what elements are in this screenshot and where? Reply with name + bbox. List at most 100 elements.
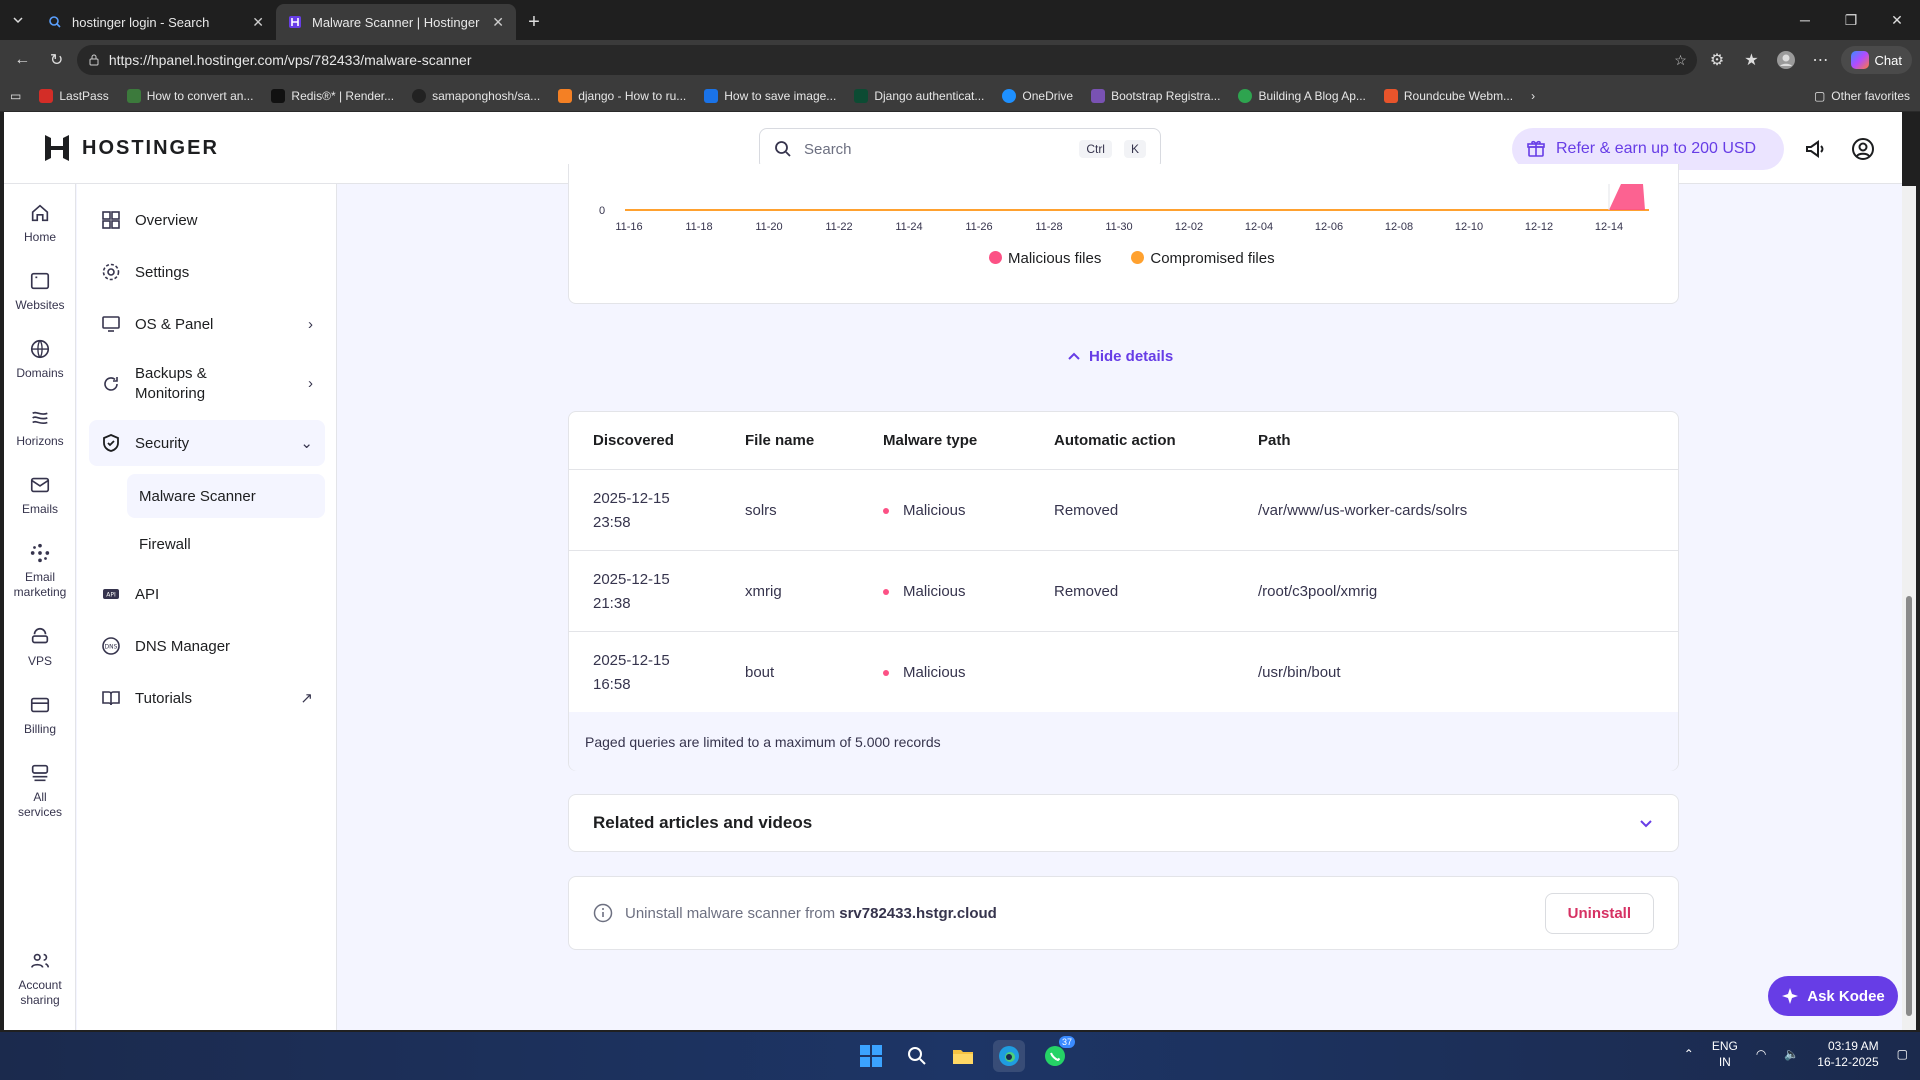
language-indicator[interactable]: ENG IN bbox=[1712, 1038, 1738, 1070]
copilot-chat-button[interactable]: Chat bbox=[1840, 46, 1912, 74]
favorites-icon[interactable]: ★ bbox=[1737, 45, 1765, 75]
clock[interactable]: 03:19 AM 16-12-2025 bbox=[1817, 1038, 1878, 1070]
favorite-item[interactable]: Redis®* | Render... bbox=[271, 88, 394, 103]
rail-item-domains[interactable]: Domains bbox=[4, 338, 76, 381]
uninstall-button[interactable]: Uninstall bbox=[1544, 892, 1654, 934]
new-tab-button[interactable]: + bbox=[516, 4, 552, 40]
favorite-item[interactable]: LastPass bbox=[39, 88, 109, 103]
announcements-icon[interactable] bbox=[1803, 136, 1829, 162]
close-icon[interactable]: ✕ bbox=[252, 14, 264, 31]
column-header-malware-type[interactable]: Malware type bbox=[883, 432, 977, 449]
favorite-item[interactable]: OneDrive bbox=[1002, 88, 1074, 103]
tab-list-button[interactable] bbox=[0, 0, 36, 40]
wifi-icon[interactable]: ◠ bbox=[1756, 1047, 1766, 1061]
chevron-right-icon: › bbox=[308, 375, 313, 392]
browser-tab-malware-scanner[interactable]: Malware Scanner | Hostinger ✕ bbox=[276, 4, 516, 40]
ask-kodee-button[interactable]: Ask Kodee bbox=[1768, 976, 1898, 1016]
rail-item-home[interactable]: Home bbox=[4, 202, 76, 245]
sidebar-subitem-firewall[interactable]: Firewall bbox=[127, 522, 325, 566]
volume-icon[interactable]: 🔈 bbox=[1784, 1047, 1799, 1061]
rail-item-all-services[interactable]: All services bbox=[4, 762, 76, 820]
rail-item-account-sharing[interactable]: Account sharing bbox=[4, 950, 76, 1008]
hostinger-logo[interactable]: HOSTINGER bbox=[44, 134, 219, 162]
favorite-item[interactable]: How to save image... bbox=[704, 88, 836, 103]
dns-icon: DNS bbox=[102, 637, 120, 655]
favorite-star-icon[interactable]: ☆ bbox=[1674, 52, 1687, 69]
sidebar-item-settings[interactable]: Settings bbox=[89, 252, 325, 292]
sidebar-item-tutorials[interactable]: Tutorials ↗ bbox=[89, 678, 325, 718]
favorite-item[interactable]: django - How to ru... bbox=[558, 88, 686, 103]
column-header-automatic-action[interactable]: Automatic action bbox=[1054, 432, 1176, 449]
notifications-icon[interactable]: ▢ bbox=[1897, 1047, 1908, 1061]
windows-start-icon[interactable] bbox=[855, 1040, 887, 1072]
favorite-item[interactable]: Roundcube Webm... bbox=[1383, 88, 1513, 103]
browser-tab-search[interactable]: hostinger login - Search ✕ bbox=[36, 4, 276, 40]
x-tick-label: 12-08 bbox=[1385, 221, 1413, 233]
minimize-icon[interactable]: ─ bbox=[1782, 0, 1828, 40]
malware-type-label: Malicious bbox=[903, 663, 966, 681]
file-explorer-icon[interactable] bbox=[947, 1040, 979, 1072]
scrollbar-thumb[interactable] bbox=[1906, 596, 1912, 1016]
account-icon[interactable] bbox=[1850, 136, 1876, 162]
sidebar-item-api[interactable]: API API bbox=[89, 574, 325, 614]
url-field[interactable]: https://hpanel.hostinger.com/vps/782433/… bbox=[76, 45, 1697, 75]
back-icon[interactable]: ← bbox=[8, 45, 36, 75]
rail-item-email-marketing[interactable]: Email marketing bbox=[4, 542, 76, 600]
extensions-icon[interactable]: ⚙ bbox=[1703, 45, 1731, 75]
x-tick-label: 12-04 bbox=[1245, 221, 1273, 233]
rail-item-billing[interactable]: Billing bbox=[4, 694, 76, 737]
x-tick-label: 12-02 bbox=[1175, 221, 1203, 233]
sidebar-subitem-malware-scanner[interactable]: Malware Scanner bbox=[127, 474, 325, 518]
favorite-item[interactable]: Building A Blog Ap... bbox=[1238, 88, 1366, 103]
sidebar-subitem-label: Malware Scanner bbox=[139, 487, 256, 505]
page-scrollbar[interactable] bbox=[1902, 186, 1916, 1030]
kbd-ctrl: Ctrl bbox=[1079, 140, 1112, 158]
favorite-item[interactable]: Django authenticat... bbox=[854, 88, 984, 103]
favorite-item[interactable]: Bootstrap Registra... bbox=[1091, 88, 1220, 103]
rail-label: All services bbox=[17, 790, 62, 819]
rail-label: VPS bbox=[27, 654, 52, 668]
legend-item-malicious[interactable]: Malicious files bbox=[989, 250, 1101, 267]
chevron-up-icon bbox=[1068, 352, 1080, 360]
sidebar-item-backups-monitoring[interactable]: Backups & Monitoring › bbox=[89, 356, 325, 412]
bookmark-icon bbox=[1238, 88, 1253, 103]
edge-browser-icon[interactable] bbox=[993, 1040, 1025, 1072]
rail-item-vps[interactable]: VPS bbox=[4, 626, 76, 669]
column-header-discovered[interactable]: Discovered bbox=[593, 432, 674, 449]
other-favorites[interactable]: ▢ Other favorites bbox=[1814, 89, 1910, 103]
tray-chevron-up-icon[interactable]: ⌃ bbox=[1684, 1047, 1694, 1061]
sidebar-item-dns-manager[interactable]: DNS DNS Manager bbox=[89, 626, 325, 666]
copilot-icon bbox=[1850, 51, 1869, 69]
table-header: Discovered File name Malware type Automa… bbox=[569, 412, 1678, 470]
rail-item-emails[interactable]: Emails bbox=[4, 474, 76, 517]
favorite-item[interactable]: How to convert an... bbox=[126, 88, 253, 103]
refer-label: Refer & earn up to 200 USD bbox=[1556, 140, 1757, 157]
rail-item-horizons[interactable]: Horizons bbox=[4, 406, 76, 449]
whatsapp-icon[interactable]: 37 bbox=[1039, 1036, 1075, 1072]
billing-icon bbox=[30, 697, 50, 713]
x-tick-label: 11-20 bbox=[755, 221, 782, 233]
sidebar-item-os-panel[interactable]: OS & Panel › bbox=[89, 304, 325, 344]
sidebar-item-overview[interactable]: Overview bbox=[89, 200, 325, 240]
profile-avatar[interactable] bbox=[1772, 45, 1800, 75]
hide-details-button[interactable]: Hide details bbox=[1067, 348, 1173, 365]
reading-list-icon[interactable]: ▭ bbox=[10, 89, 21, 103]
sidebar-item-security[interactable]: Security ⌄ bbox=[89, 420, 325, 466]
search-icon bbox=[49, 16, 61, 28]
taskbar-search-icon[interactable] bbox=[901, 1040, 933, 1072]
column-header-path[interactable]: Path bbox=[1258, 432, 1291, 449]
column-header-file-name[interactable]: File name bbox=[745, 432, 814, 449]
restore-icon[interactable]: ❐ bbox=[1828, 0, 1874, 40]
refresh-icon[interactable]: ↻ bbox=[42, 45, 70, 75]
chevron-right-icon[interactable]: › bbox=[1531, 89, 1535, 103]
more-icon[interactable]: ⋯ bbox=[1806, 45, 1834, 75]
legend-item-compromised[interactable]: Compromised files bbox=[1131, 250, 1275, 267]
site-info-icon[interactable] bbox=[87, 53, 101, 67]
favorite-item[interactable]: samaponghosh/sa... bbox=[412, 88, 540, 103]
malware-type-label: Malicious bbox=[903, 582, 966, 600]
rail-item-websites[interactable]: Websites bbox=[4, 270, 76, 313]
related-articles-accordion[interactable]: Related articles and videos bbox=[568, 794, 1679, 852]
close-icon[interactable]: ✕ bbox=[492, 14, 504, 31]
favorite-label: OneDrive bbox=[1022, 88, 1074, 103]
close-window-icon[interactable]: ✕ bbox=[1874, 0, 1920, 40]
